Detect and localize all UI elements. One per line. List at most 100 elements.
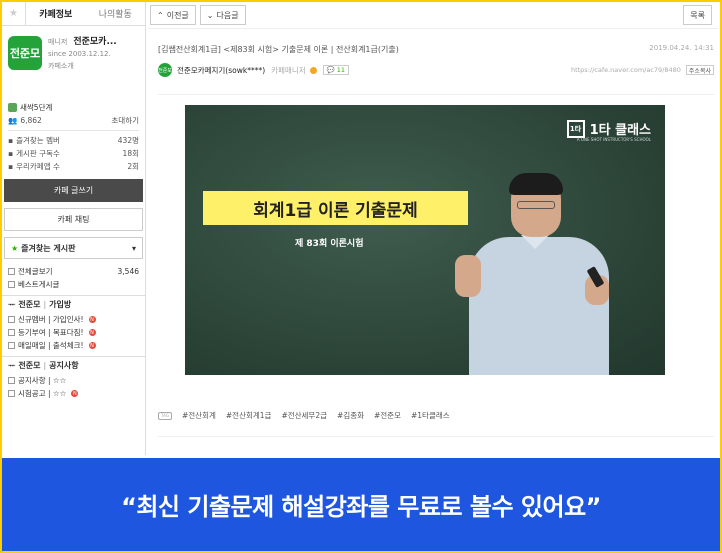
board-icon	[8, 390, 15, 397]
menu-label: 시험공고 | ☆☆	[18, 389, 67, 398]
board-icon	[8, 377, 15, 384]
chat-button[interactable]: 카페 채팅	[4, 208, 143, 231]
menu-label: 매일매일 | 출석체크!	[18, 341, 84, 350]
board-icon	[8, 268, 15, 275]
tag-link[interactable]: #전산세무2급	[281, 410, 327, 421]
copy-url-button[interactable]: 주소복사	[685, 65, 714, 75]
group-prefix: 전준모	[18, 361, 41, 370]
post-toolbar: ⌃ 이전글 ⌄ 다음글 목록	[148, 2, 718, 29]
tab-my-activity[interactable]: 나의활동	[86, 2, 146, 25]
group-prefix: 전준모	[18, 300, 41, 309]
author-avatar[interactable]: 전준모	[158, 63, 172, 77]
board-icon	[8, 281, 15, 288]
menu-label: 등기부여 | 목표다짐!	[18, 328, 84, 337]
favorite-boards-toggle[interactable]: ★ 즐겨찾는 게시판 ▾	[4, 237, 143, 259]
cafe-intro-link[interactable]: 카페소개	[48, 60, 117, 72]
board-label: 베스트게시글	[18, 280, 60, 289]
menu-label: 신규멤버 | 가입인사!	[18, 315, 84, 324]
manager-label: 매니저	[48, 38, 68, 46]
tag-link[interactable]: #전준모	[374, 410, 401, 421]
level-label: 새싹5단계	[20, 102, 53, 112]
new-badge: N	[71, 390, 79, 397]
brand-mark-icon: 1타	[566, 119, 585, 138]
group-head-notice: ᅲ 전준모 | 공지사항	[2, 356, 145, 374]
cafe-name[interactable]: 전준모카...	[73, 36, 116, 48]
prev-label: 이전글	[166, 10, 189, 20]
menu-label: 공지사항 | ☆☆	[18, 376, 67, 385]
tag-link[interactable]: #김종화	[337, 410, 364, 421]
stat-row: ▪ 즐겨찾는 멤버 432명	[2, 134, 145, 147]
lecturer-hair	[509, 173, 563, 195]
board-label: 전체글보기	[18, 267, 53, 276]
group-icon: ᅲ	[8, 300, 16, 309]
cafe-since: since 2003.12.12.	[48, 50, 111, 58]
chevron-down-icon: ⌄	[206, 10, 214, 20]
group-divider: |	[43, 300, 47, 309]
banner-text: “최신 기출문제 해설강좌를 무료로 볼수 있어요”	[121, 493, 601, 521]
menu-item[interactable]: 매일매일 | 출석체크! N	[2, 339, 145, 352]
post-url[interactable]: https://cafe.naver.com/ac79/8480	[571, 66, 681, 74]
sprout-icon	[8, 102, 17, 112]
bullet-icon: ▪	[8, 136, 14, 145]
sidebar-tabs: ★ 카페정보 나의활동	[2, 2, 145, 26]
group-icon: ᅲ	[8, 361, 16, 370]
cafe-meta: 매니저 전준모카... since 2003.12.12. 카페소개	[48, 36, 117, 96]
board-item-all[interactable]: 전체글보기 3,546	[2, 265, 145, 278]
board-item-best[interactable]: 베스트게시글	[2, 278, 145, 291]
new-badge: N	[88, 329, 96, 336]
post-viewer: ⌃ 이전글 ⌄ 다음글 목록 [김쌤전산회계1급] <제83회 시험> 기출문제…	[148, 2, 718, 455]
menu-item[interactable]: 등기부여 | 목표다짐! N	[2, 326, 145, 339]
stat-row: ▪ 게시판 구독수 18회	[2, 147, 145, 160]
member-count[interactable]: 6,862	[20, 116, 41, 125]
cafe-sidebar: ★ 카페정보 나의활동 전준모 매니저 전준모카... since 2003.1…	[2, 2, 146, 455]
next-label: 다음글	[216, 10, 239, 20]
board-icon	[8, 342, 15, 349]
lecturer-shirt	[469, 237, 609, 375]
chevron-down-icon: ▾	[131, 243, 136, 253]
tag-link[interactable]: #전산회계	[182, 410, 216, 421]
board-count: 3,546	[117, 267, 139, 276]
tag-link[interactable]: #전산회계1급	[226, 410, 272, 421]
brand-logo: 1타 1타 클래스	[566, 119, 651, 138]
tab-cafe-info[interactable]: 카페정보	[26, 2, 86, 25]
post-date: 2019.04.24. 14:31	[649, 44, 714, 52]
new-badge: N	[88, 342, 96, 349]
new-badge: N	[88, 316, 96, 323]
comment-count-badge[interactable]: 💬 11	[322, 65, 349, 75]
divider	[158, 94, 714, 95]
author-role: 카페매니저	[271, 65, 306, 75]
bullet-icon: ▪	[8, 162, 14, 171]
medal-icon	[309, 66, 317, 74]
menu-item[interactable]: 신규멤버 | 가입인사! N	[2, 313, 145, 326]
group-divider: |	[43, 361, 47, 370]
cafe-info: 전준모 매니저 전준모카... since 2003.12.12. 카페소개	[2, 26, 145, 100]
board-icon	[8, 329, 15, 336]
board-icon	[8, 316, 15, 323]
cafe-logo[interactable]: 전준모	[8, 36, 42, 70]
brand-name: 1타 클래스	[589, 123, 651, 138]
post-header: [김쌤전산회계1급] <제83회 시험> 기출문제 이론 | 전산회계1급(기출…	[158, 44, 714, 77]
star-icon[interactable]: ★	[2, 2, 26, 25]
menu-item[interactable]: 공지사항 | ☆☆	[2, 374, 145, 387]
video-player[interactable]: 1타 1타 클래스 A ONE SHOT INSTRUCTOR'S SCHOOL…	[185, 105, 665, 375]
member-icon: 👥	[8, 116, 18, 125]
invite-link[interactable]: 초대하기	[111, 115, 139, 126]
post-title: [김쌤전산회계1급] <제83회 시험> 기출문제 이론 | 전산회계1급(기출…	[158, 45, 399, 54]
group-title: 공지사항	[49, 361, 79, 370]
chevron-up-icon: ⌃	[157, 10, 164, 20]
tag-link[interactable]: #1타클래스	[411, 410, 450, 421]
author-name[interactable]: 전준모카페지기(sowk****)	[177, 65, 265, 76]
comment-count: 11	[336, 66, 345, 74]
list-button[interactable]: 목록	[683, 5, 712, 25]
stat-label: 우리카페앱 수	[16, 162, 60, 171]
next-post-button[interactable]: ⌄ 다음글	[199, 5, 246, 25]
star-icon: ★	[11, 243, 19, 253]
group-title: 가입방	[49, 300, 72, 309]
prev-post-button[interactable]: ⌃ 이전글	[150, 5, 196, 25]
menu-item[interactable]: 시험공고 | ☆☆ N	[2, 387, 145, 400]
author-row: 전준모 전준모카페지기(sowk****) 카페매니저 💬 11 https:/…	[158, 63, 714, 77]
stat-value: 2회	[127, 162, 139, 171]
stat-label: 게시판 구독수	[16, 149, 60, 158]
stat-value: 18회	[122, 149, 139, 158]
write-button[interactable]: 카페 글쓰기	[4, 179, 143, 202]
